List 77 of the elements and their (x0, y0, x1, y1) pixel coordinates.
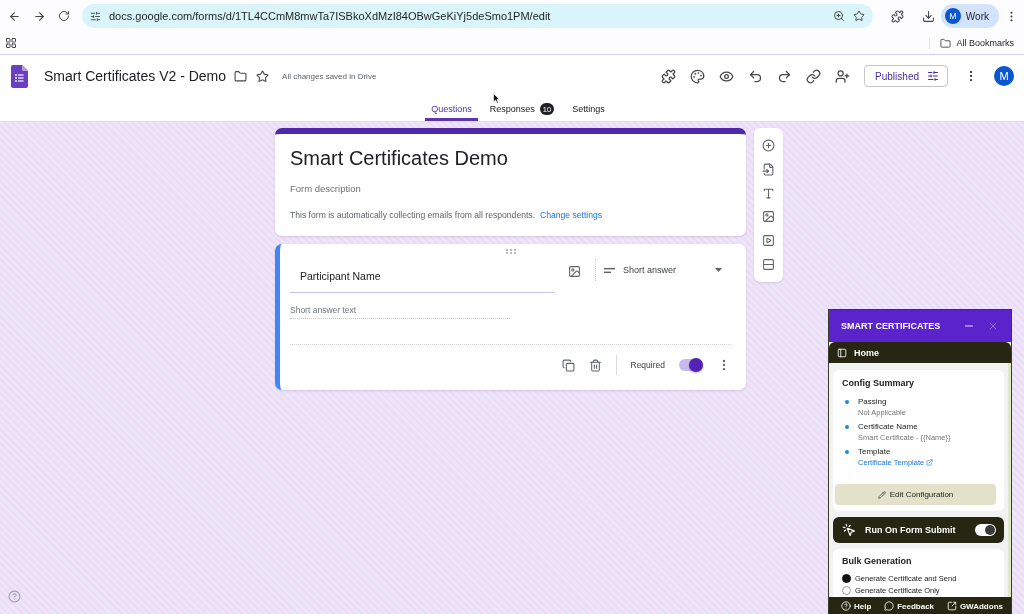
save-status: All changes saved in Drive (282, 71, 377, 81)
back-arrow-icon[interactable] (8, 9, 21, 23)
run-on-submit-label: Run On Form Submit (865, 525, 957, 535)
pointer-click-icon (842, 523, 856, 537)
pencil-icon (877, 490, 886, 499)
chat-bubble-icon (884, 601, 895, 611)
profile-avatar: M (944, 8, 961, 24)
external-link-icon (946, 601, 957, 611)
bullet-icon (845, 400, 849, 404)
item-label: Passing (858, 397, 888, 406)
site-info-icon[interactable] (90, 10, 101, 22)
extensions-icon[interactable] (890, 9, 904, 23)
add-circle-icon[interactable] (762, 139, 775, 153)
email-notice: This form is automatically collecting emails from all respondents. Change settings (290, 210, 604, 220)
document-title[interactable]: Smart Certificates V2 - Demo (44, 68, 227, 84)
redo-icon[interactable] (777, 68, 793, 84)
caret-icon (715, 268, 722, 272)
text-size-icon[interactable] (762, 186, 775, 200)
account-avatar[interactable]: M (994, 66, 1014, 86)
profile-button[interactable]: M Work (940, 4, 999, 28)
radio-button[interactable] (842, 574, 851, 583)
answer-field: Short answer text (290, 305, 510, 319)
card-heading: Config Summary (842, 378, 915, 388)
duplicate-icon[interactable] (561, 358, 575, 372)
item-label: Template (858, 447, 892, 456)
add-person-icon[interactable] (835, 68, 851, 84)
tab[interactable]: Settings (566, 97, 611, 121)
edit-configuration-button[interactable]: Edit Configuration (835, 484, 996, 505)
url-text: docs.google.com/forms/d/1TL4CCmM8mwTa7ISBkoXdMzI84OBwGeKiYj5deSmo1PM/edit (109, 10, 552, 22)
description-field[interactable]: Form description (290, 183, 731, 194)
drag-handle-icon[interactable] (505, 249, 516, 254)
star-icon[interactable] (256, 69, 270, 83)
image-icon[interactable] (568, 265, 581, 278)
apps-grid-icon[interactable] (5, 37, 17, 49)
zoom-icon[interactable] (832, 10, 845, 22)
video-icon[interactable] (762, 233, 775, 247)
mouse-pointer-icon (493, 93, 500, 104)
card-heading: Bulk Generation (842, 556, 913, 566)
preview-eye-icon[interactable] (719, 68, 735, 84)
forward-arrow-icon[interactable] (33, 9, 46, 23)
published-button[interactable]: Published (864, 65, 948, 87)
bookmark-star-icon[interactable] (852, 10, 865, 22)
add-ons-icon[interactable] (661, 68, 677, 84)
link-icon[interactable] (806, 68, 822, 84)
sidebar-icon[interactable] (837, 347, 847, 358)
bookmarks-folder-label[interactable]: All Bookmarks (956, 38, 1014, 48)
image-icon[interactable] (762, 210, 775, 224)
trash-icon[interactable] (588, 358, 602, 372)
panel-title: SMART CERTIFICATES (841, 321, 942, 331)
bullet-icon (845, 450, 849, 454)
help-icon (841, 601, 851, 611)
run-on-submit-toggle[interactable] (975, 524, 996, 536)
undo-icon[interactable] (748, 68, 764, 84)
section-icon[interactable] (762, 257, 775, 271)
external-link-icon (926, 459, 934, 466)
folder-icon[interactable] (940, 37, 952, 49)
required-label: Required (630, 360, 665, 370)
forms-logo-icon[interactable] (11, 64, 28, 88)
reload-icon[interactable] (58, 10, 70, 22)
required-toggle[interactable] (679, 359, 703, 371)
short-text-icon (604, 267, 615, 273)
folder-icon[interactable] (234, 69, 248, 83)
footer-link[interactable]: Feedback (884, 601, 935, 611)
radio-button[interactable] (842, 586, 851, 595)
sliders-icon (927, 70, 939, 82)
footer-link[interactable]: Help (841, 601, 872, 611)
question-title-field[interactable]: Participant Name (290, 259, 555, 293)
footer-link[interactable]: GWAddons (946, 601, 1003, 611)
address-bar[interactable]: docs.google.com/forms/d/1TL4CCmM8mwTa7ISBkoXdMzI84OBwGeKiYj5deSmo1PM/edit (82, 4, 873, 28)
download-icon[interactable] (921, 9, 935, 23)
home-nav-item[interactable]: Home (854, 347, 879, 358)
palette-icon[interactable] (690, 68, 706, 84)
item-label: Certificate Name (858, 422, 919, 431)
bullet-icon (845, 425, 849, 429)
import-file-icon[interactable] (762, 163, 775, 176)
change-settings-link[interactable]: Change settings (540, 210, 603, 220)
form-title[interactable]: Smart Certificates Demo (290, 147, 731, 170)
